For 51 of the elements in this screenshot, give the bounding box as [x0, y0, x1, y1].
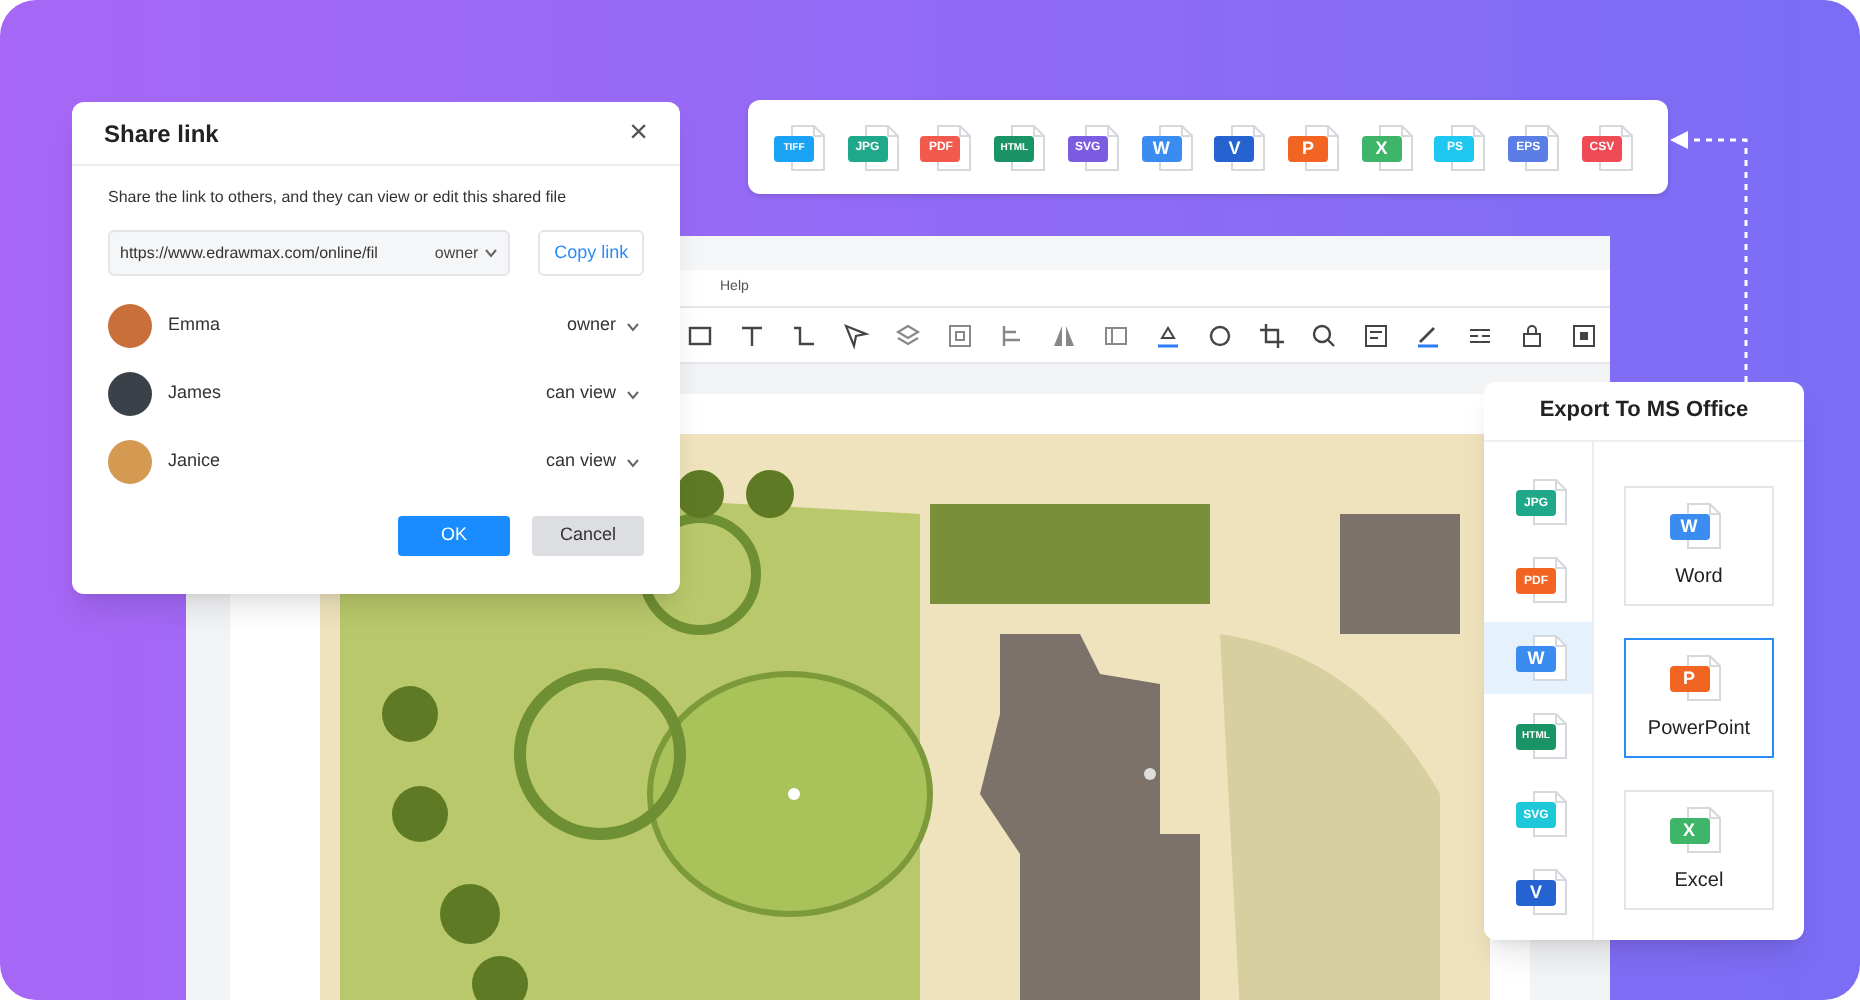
export-option[interactable]: P PowerPoint — [1624, 638, 1774, 758]
chevron-icon — [626, 457, 640, 467]
frame-icon[interactable] — [1102, 321, 1130, 349]
fill-icon[interactable] — [1154, 321, 1182, 349]
rectangle-icon[interactable] — [686, 321, 714, 349]
align-icon[interactable] — [998, 321, 1026, 349]
dialog-title: Share link — [104, 117, 219, 151]
permission-dropdown[interactable]: owner — [566, 312, 644, 340]
connector-icon[interactable] — [790, 321, 818, 349]
person-name: James — [168, 380, 224, 407]
format-badge: V — [1214, 135, 1255, 161]
permission-dropdown[interactable]: can view — [545, 380, 644, 408]
document-icon[interactable] — [1362, 321, 1390, 349]
format-list-item[interactable]: V — [1484, 856, 1592, 928]
text-icon[interactable] — [738, 321, 766, 349]
pointer-icon[interactable] — [842, 321, 870, 349]
panel-title: Export To MS Office — [1539, 396, 1749, 427]
option-label: Excel — [1674, 868, 1724, 896]
format-badge: W — [1141, 135, 1182, 161]
chevron-icon — [484, 248, 499, 258]
option-label: Word — [1675, 564, 1723, 592]
lock-icon[interactable] — [1518, 321, 1546, 349]
format-badge: P — [1669, 666, 1709, 692]
flip-icon[interactable] — [1050, 321, 1078, 349]
link-url: https://www.edrawmax.com/online/fil — [120, 241, 378, 265]
shape-icon[interactable] — [1206, 321, 1234, 349]
person-name: Janice — [168, 448, 223, 475]
crop-icon[interactable] — [1258, 321, 1286, 349]
pen-icon[interactable] — [1414, 321, 1442, 349]
close-button[interactable]: × — [629, 117, 648, 149]
share-description: Share the link to others, and they can view or edit this shared file — [108, 186, 569, 210]
option-label: PowerPoint — [1647, 716, 1751, 744]
format-badge: W — [1669, 514, 1709, 540]
layers-icon[interactable] — [894, 321, 922, 349]
format-badge: W — [1516, 646, 1556, 672]
format-badge: V — [1516, 880, 1556, 906]
group-icon[interactable] — [946, 321, 974, 349]
link-field[interactable]: https://www.edrawmax.com/online/fil owner — [108, 230, 511, 276]
export-option[interactable]: X Excel — [1624, 790, 1774, 910]
fit-icon[interactable] — [1570, 321, 1598, 349]
format-badge: X — [1669, 818, 1709, 844]
person-name: Emma — [168, 312, 223, 339]
permission-dropdown[interactable]: can view — [545, 448, 644, 476]
cancel-button[interactable]: Cancel — [532, 516, 644, 556]
export-option[interactable]: W Word — [1624, 486, 1774, 606]
chevron-icon — [626, 389, 640, 399]
search-icon[interactable] — [1310, 321, 1338, 349]
chevron-icon — [626, 321, 640, 331]
permission-value: owner — [434, 241, 479, 265]
format-badge: X — [1361, 135, 1402, 161]
format-badge: P — [1288, 135, 1329, 161]
